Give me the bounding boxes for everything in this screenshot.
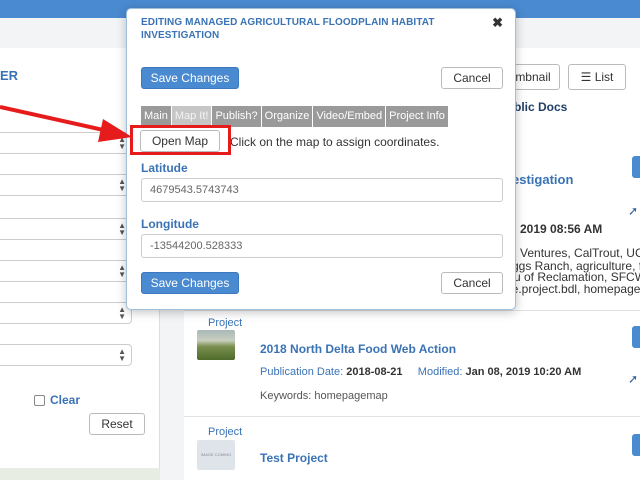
public-docs-heading: blic Docs — [514, 100, 568, 114]
divider — [184, 310, 640, 311]
project-keywords: Keywords: homepagemap — [260, 390, 388, 402]
map-hint-text: Click on the map to assign coordinates. — [230, 135, 440, 149]
filter-select[interactable]: ▲ ▼ — [0, 260, 132, 282]
cancel-button[interactable]: Cancel — [441, 67, 503, 89]
latitude-label: Latitude — [141, 161, 188, 175]
tab-publish[interactable]: Publish? — [212, 106, 261, 127]
divider — [184, 416, 640, 417]
filter-select[interactable]: ▲ ▼ — [0, 302, 132, 324]
project-type-label: Project — [208, 317, 243, 329]
edit-project-modal: EDITING MANAGED AGRICULTURAL FLOODPLAIN … — [126, 8, 516, 310]
project-action-button[interactable] — [632, 156, 640, 178]
list-view-button[interactable]: ☰ List — [568, 64, 626, 90]
map-preview[interactable] — [0, 468, 160, 480]
modal-title: EDITING MANAGED AGRICULTURAL FLOODPLAIN … — [141, 17, 435, 41]
list-view-label: List — [594, 70, 614, 84]
filter-select[interactable]: ▲ ▼ — [0, 218, 132, 240]
filter-panel-title: ER — [0, 68, 19, 83]
thumbnail-view-label: mbnail — [515, 70, 551, 84]
publication-date-label: Publication Date: — [260, 366, 344, 378]
chevron-updown-icon: ▲ ▼ — [118, 263, 126, 279]
publication-date: 2018-08-21 — [346, 366, 403, 378]
project-title[interactable]: estigation — [512, 172, 573, 187]
save-changes-button[interactable]: Save Changes — [141, 67, 239, 89]
modified-date: Jan 08, 2019 10:20 AM — [465, 366, 582, 378]
project-keywords: le.project.bdl, homepage — [509, 282, 640, 296]
annotation-arrow — [0, 105, 132, 142]
annotation-highlight-box — [130, 125, 231, 155]
chevron-updown-icon: ▲ ▼ — [118, 177, 126, 193]
cancel-button-bottom[interactable]: Cancel — [441, 272, 503, 294]
project-action-button[interactable] — [632, 326, 640, 348]
project-title[interactable]: 2018 North Delta Food Web Action — [260, 342, 456, 356]
longitude-label: Longitude — [141, 217, 199, 231]
thumbnail-placeholder-text: IMAGE COMING SOON — [200, 452, 232, 457]
project-thumbnail[interactable] — [197, 330, 235, 360]
list-icon: ☰ — [580, 70, 592, 84]
project-action-button[interactable] — [632, 434, 640, 456]
project-title[interactable]: Test Project — [260, 451, 328, 465]
modal-tabs: Main Map It! Publish? Organize Video/Emb… — [141, 106, 449, 127]
close-icon[interactable]: ✖ — [492, 15, 503, 31]
filter-select[interactable]: ▲ ▼ — [0, 174, 132, 196]
chevron-updown-icon: ▲ ▼ — [118, 347, 126, 363]
tab-video-embed[interactable]: Video/Embed — [313, 106, 386, 127]
project-partners: Ventures, CalTrout, UC D — [520, 246, 640, 260]
save-changes-button-bottom[interactable]: Save Changes — [141, 272, 239, 294]
tab-project-info[interactable]: Project Info — [386, 106, 448, 127]
chevron-updown-icon: ▲ ▼ — [118, 305, 126, 321]
modified-date-label: Modified: — [417, 366, 463, 378]
clear-checkbox[interactable] — [34, 395, 45, 406]
tab-organize[interactable]: Organize — [261, 106, 313, 127]
filter-select[interactable]: ▲ ▼ — [0, 344, 132, 366]
clear-link[interactable]: Clear — [50, 393, 80, 407]
project-thumbnail[interactable]: IMAGE COMING SOON — [197, 440, 235, 470]
longitude-field[interactable] — [141, 234, 503, 258]
tab-map-it[interactable]: Map It! — [171, 106, 212, 127]
latitude-field[interactable] — [141, 178, 503, 202]
arrow-icon[interactable]: ➚ — [628, 372, 638, 386]
chevron-updown-icon: ▲ ▼ — [118, 221, 126, 237]
tab-main[interactable]: Main — [141, 106, 171, 127]
reset-button[interactable]: Reset — [89, 413, 145, 435]
project-type-label: Project — [208, 426, 243, 438]
arrow-icon[interactable]: ➚ — [628, 204, 638, 218]
project-modified-date: 2019 08:56 AM — [520, 222, 603, 236]
